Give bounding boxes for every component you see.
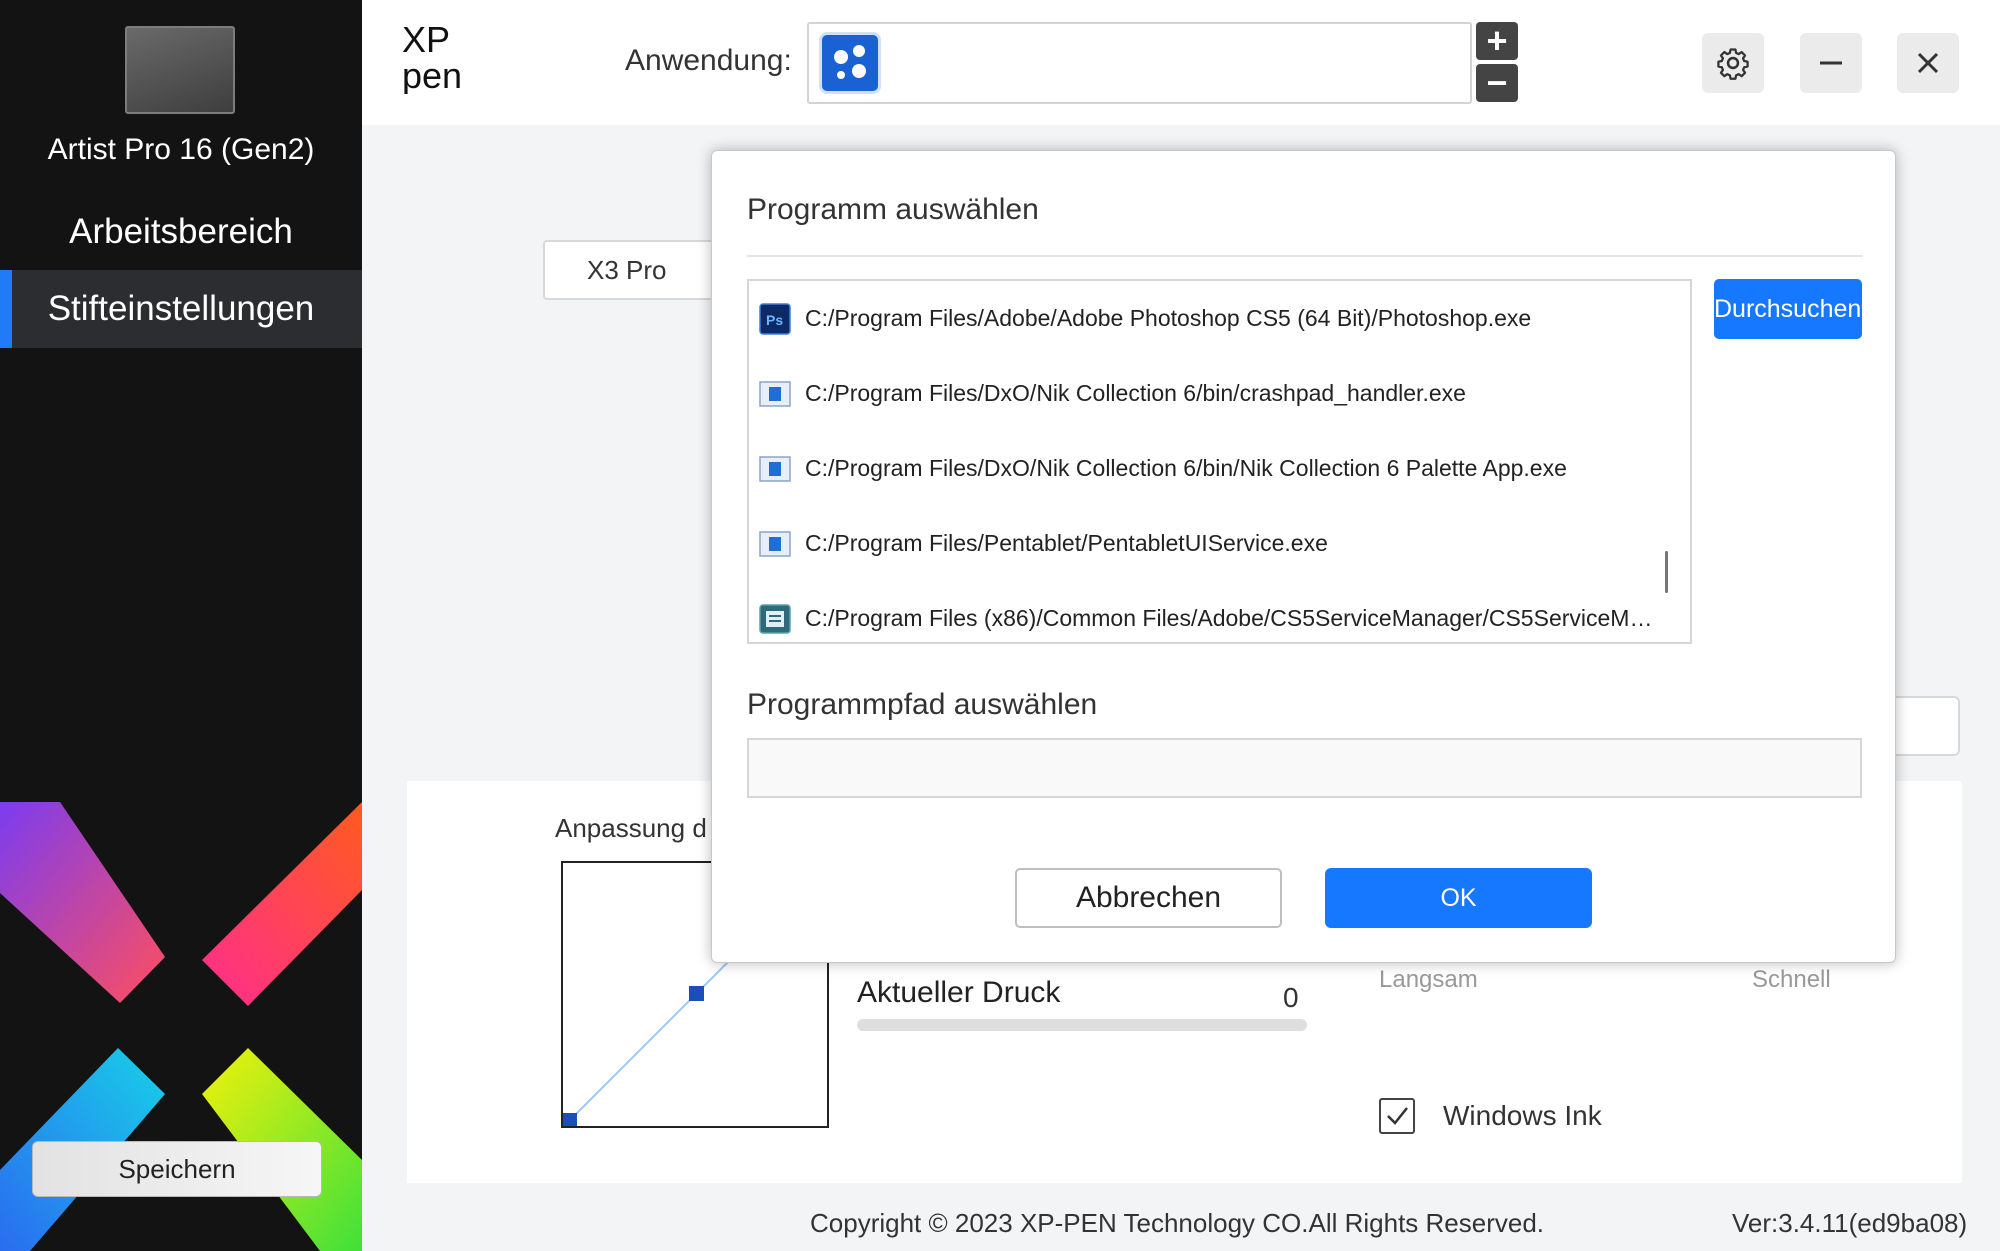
save-button[interactable]: Speichern (32, 1141, 322, 1197)
application-selector[interactable] (807, 22, 1472, 104)
close-button[interactable] (1897, 33, 1959, 93)
header: XP pen Anwendung: + − (362, 0, 2000, 125)
pen-profile-tab[interactable]: X3 Pro (543, 240, 723, 300)
dialog-divider (747, 255, 1862, 257)
cancel-button[interactable]: Abbrechen (1015, 868, 1282, 928)
browse-button[interactable]: Durchsuchen (1714, 279, 1862, 339)
program-path: C:/Program Files/Adobe/Adobe Photoshop C… (805, 305, 1532, 331)
service-manager-icon (759, 604, 791, 634)
app-window-icon (759, 531, 791, 557)
select-program-dialog: Programm auswählen Ps C:/Program Files/A… (711, 150, 1896, 963)
all-apps-glyph (834, 45, 866, 79)
minimize-icon (1820, 61, 1842, 65)
program-path: C:/Program Files (x86)/Common Files/Adob… (805, 605, 1655, 631)
windows-ink-checkbox[interactable] (1379, 1098, 1415, 1134)
program-list-item[interactable]: C:/Program Files/DxO/Nik Collection 6/bi… (749, 356, 1667, 431)
copyright-text: Copyright © 2023 XP-PEN Technology CO.Al… (810, 1208, 1545, 1238)
program-path: C:/Program Files/DxO/Nik Collection 6/bi… (805, 455, 1567, 481)
photoshop-icon: Ps (759, 303, 791, 335)
program-list[interactable]: Ps C:/Program Files/Adobe/Adobe Photosho… (747, 279, 1692, 644)
program-path: C:/Program Files/DxO/Nik Collection 6/bi… (805, 380, 1466, 406)
speed-fast-label: Schnell (1752, 966, 1831, 993)
pressure-bar (857, 1019, 1307, 1031)
pressure-curve-title: Anpassung d (555, 813, 707, 843)
all-apps-icon[interactable] (819, 32, 881, 94)
nav-item-arbeitsbereich[interactable]: Arbeitsbereich (0, 193, 362, 271)
ok-button[interactable]: OK (1325, 868, 1592, 928)
program-path-title: Programmpfad auswählen (747, 688, 1098, 721)
minimize-button[interactable] (1800, 33, 1862, 93)
program-list-item[interactable]: Ps C:/Program Files/Adobe/Adobe Photosho… (749, 281, 1667, 356)
version-text: Ver:3.4.11(ed9ba08) (1732, 1208, 1968, 1238)
program-path: C:/Program Files/Pentablet/PentabletUISe… (805, 530, 1328, 556)
gear-icon (1717, 48, 1749, 80)
device-thumbnail (125, 26, 235, 114)
close-icon (1917, 52, 1939, 74)
program-list-item[interactable]: C:/Program Files (x86)/Common Files/Adob… (749, 581, 1667, 642)
dialog-title: Programm auswählen (747, 193, 1039, 226)
svg-text:Ps: Ps (766, 312, 783, 328)
program-list-item[interactable]: C:/Program Files/Pentablet/PentabletUISe… (749, 506, 1667, 581)
curve-control-point (563, 1113, 577, 1127)
current-pressure-value: 0 (1283, 982, 1299, 1013)
remove-application-button[interactable]: − (1476, 64, 1518, 102)
svg-text:pen: pen (402, 55, 462, 94)
app-window-icon (759, 456, 791, 482)
nav-item-stifteinstellungen[interactable]: Stifteinstellungen (0, 270, 362, 348)
windows-ink-label: Windows Ink (1443, 1100, 1602, 1131)
settings-button[interactable] (1702, 33, 1764, 93)
app-window-icon (759, 381, 791, 407)
program-list-scrollbar[interactable] (1665, 551, 1668, 593)
device-name: Artist Pro 16 (Gen2) (47, 133, 315, 166)
xp-pen-logo: XP pen (402, 22, 462, 94)
program-list-item[interactable]: C:/Program Files/DxO/Nik Collection 6/bi… (749, 431, 1667, 506)
check-icon (1387, 1107, 1408, 1125)
current-pressure-label: Aktueller Druck (857, 976, 1061, 1009)
speed-slow-label: Langsam (1379, 966, 1478, 993)
program-path-input[interactable] (747, 738, 1862, 798)
sidebar: Artist Pro 16 (Gen2) Arbeitsbereich Stif… (0, 0, 362, 1251)
application-label: Anwendung: (625, 44, 792, 77)
curve-control-point (689, 986, 704, 1001)
add-application-button[interactable]: + (1476, 22, 1518, 60)
